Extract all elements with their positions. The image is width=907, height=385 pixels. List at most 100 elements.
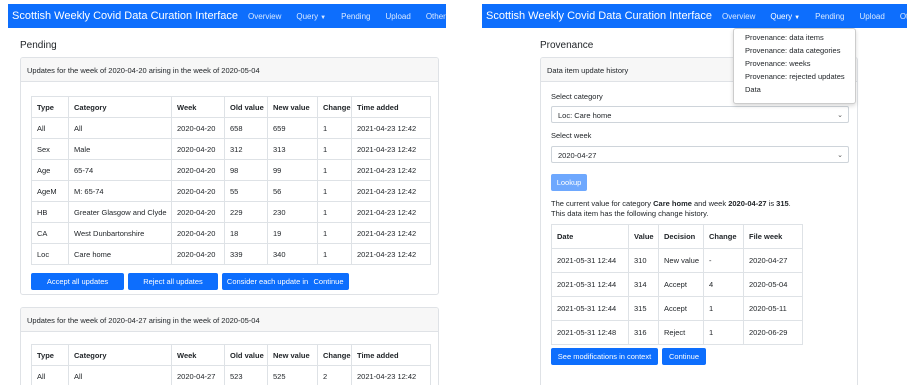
column-header: Category (68, 344, 172, 366)
pending-card-1: Updates for the week of 2020-04-20 arisi… (20, 57, 439, 295)
table-row: HB Greater Glasgow and Clyde 2020-04-20 … (31, 201, 431, 223)
table-row: 2021-05-31 12:44 310 New value - 2020-04… (551, 248, 803, 273)
cell-change: 1 (317, 222, 352, 244)
cell-old-value: 523 (224, 365, 268, 385)
week-select[interactable]: 2020-04-27 ⌄ (551, 146, 849, 163)
pending-card-2: Updates for the week of 2020-04-27 arisi… (20, 307, 439, 385)
cell-old-value: 339 (224, 243, 268, 265)
nav-upload[interactable]: Upload (385, 12, 410, 21)
cell-change: 1 (317, 201, 352, 223)
history-table: Date Value Decision Change File week 202… (551, 224, 803, 345)
week-label: Select week (551, 131, 592, 140)
column-header: Date (551, 224, 629, 249)
table-header-row: Type Category Week Old value New value C… (31, 344, 431, 366)
menu-item-provenance-weeks[interactable]: Provenance: weeks (734, 58, 855, 71)
table-header-row: Date Value Decision Change File week (551, 224, 803, 249)
query-dropdown-menu: Provenance: data items Provenance: data … (733, 28, 856, 104)
cell-change: 1 (317, 180, 352, 202)
nav-overview[interactable]: Overview (722, 12, 755, 21)
cell-change: 2 (317, 365, 352, 385)
table-row: Age 65-74 2020-04-20 98 99 1 2021-04-23 … (31, 159, 431, 181)
result-week: 2020-04-27 (728, 199, 767, 208)
chevron-down-icon: ⌄ (837, 112, 843, 119)
cell-type: Age (31, 159, 69, 181)
cell-type: HB (31, 201, 69, 223)
nav-other-label: Other (425, 11, 446, 21)
nav-other-dropdown[interactable]: Other▼ (900, 12, 907, 21)
lookup-button[interactable]: Lookup (551, 174, 587, 191)
navbar: Scottish Weekly Covid Data Curation Inte… (8, 4, 446, 28)
column-header: Old value (224, 344, 268, 366)
result-text: is (766, 199, 777, 208)
cell-change: 1 (317, 159, 352, 181)
nav-other-dropdown[interactable]: Other▼ (426, 12, 447, 21)
nav-pending[interactable]: Pending (341, 12, 370, 21)
result-text: The current value for category (551, 199, 654, 208)
cell-week: 2020-04-20 (171, 243, 225, 265)
nav-pending[interactable]: Pending (815, 12, 844, 21)
nav-query-label: Query (770, 11, 793, 21)
cell-time-added: 2021-04-23 12:42 (351, 159, 431, 181)
column-header: Old value (224, 96, 268, 118)
nav-query-label: Query (296, 11, 319, 21)
cell-file-week: 2020-05-11 (743, 296, 803, 321)
nav-query-dropdown[interactable]: Query ▼ (770, 12, 800, 21)
cell-category: Male (68, 138, 172, 160)
cell-new-value: 659 (267, 117, 318, 139)
column-header: Value (628, 224, 659, 249)
cell-week: 2020-04-20 (171, 201, 225, 223)
cell-time-added: 2021-04-23 12:42 (351, 365, 431, 385)
cell-file-week: 2020-04-27 (743, 248, 803, 273)
cell-new-value: 19 (267, 222, 318, 244)
cell-decision: New value (658, 248, 704, 273)
menu-item-provenance-data-categories[interactable]: Provenance: data categories (734, 45, 855, 58)
nav-overview[interactable]: Overview (248, 12, 281, 21)
column-header: Change (703, 224, 744, 249)
result-category: Care home (653, 199, 692, 208)
table-row: 2021-05-31 12:48 316 Reject 1 2020-06-29 (551, 320, 803, 345)
column-header: Time added (351, 96, 431, 118)
see-modifications-button[interactable]: See modifications in context (551, 348, 658, 365)
cell-value: 315 (628, 296, 659, 321)
card-header: Updates for the week of 2020-04-27 arisi… (21, 308, 438, 332)
cell-category: West Dunbartonshire (68, 222, 172, 244)
cell-new-value: 340 (267, 243, 318, 265)
continue-button[interactable]: Continue (662, 348, 706, 365)
cell-value: 316 (628, 320, 659, 345)
cell-change: 1 (317, 138, 352, 160)
cell-week: 2020-04-20 (171, 117, 225, 139)
category-select[interactable]: Loc: Care home ⌄ (551, 106, 849, 123)
category-label: Select category (551, 92, 603, 101)
nav-upload[interactable]: Upload (859, 12, 884, 21)
continue-button[interactable]: Continue (308, 273, 349, 290)
cell-new-value: 313 (267, 138, 318, 160)
cell-value: 314 (628, 272, 659, 297)
cell-time-added: 2021-04-23 12:42 (351, 117, 431, 139)
reject-all-button[interactable]: Reject all updates (128, 273, 218, 290)
cell-decision: Reject (658, 320, 704, 345)
navbar-brand[interactable]: Scottish Weekly Covid Data Curation Inte… (486, 10, 712, 22)
cell-category: Greater Glasgow and Clyde (68, 201, 172, 223)
menu-item-provenance-data-items[interactable]: Provenance: data items (734, 32, 855, 45)
navbar-brand[interactable]: Scottish Weekly Covid Data Curation Inte… (12, 10, 238, 22)
cell-decision: Accept (658, 296, 704, 321)
cell-date: 2021-05-31 12:44 (551, 272, 629, 297)
cell-type: All (31, 365, 69, 385)
cell-change: 1 (317, 117, 352, 139)
table-row: CA West Dunbartonshire 2020-04-20 18 19 … (31, 222, 431, 244)
nav-other-label: Other (899, 11, 907, 21)
accept-all-button[interactable]: Accept all updates (31, 273, 124, 290)
column-header: New value (267, 344, 318, 366)
menu-item-data[interactable]: Data (734, 84, 855, 97)
column-header: Week (171, 96, 225, 118)
cell-type: CA (31, 222, 69, 244)
provenance-card: Data item update history Select category… (540, 57, 858, 385)
cell-time-added: 2021-04-23 12:42 (351, 222, 431, 244)
menu-item-provenance-rejected-updates[interactable]: Provenance: rejected updates (734, 71, 855, 84)
cell-category: All (68, 365, 172, 385)
column-header: Decision (658, 224, 704, 249)
cell-value: 310 (628, 248, 659, 273)
cell-file-week: 2020-05-04 (743, 272, 803, 297)
cell-time-added: 2021-04-23 12:42 (351, 201, 431, 223)
nav-query-dropdown[interactable]: Query ▼ (296, 12, 326, 21)
